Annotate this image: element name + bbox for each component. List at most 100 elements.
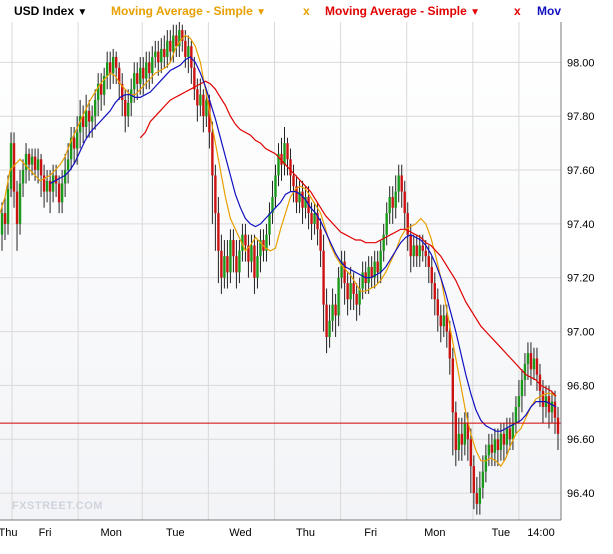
x-tick-label: Fri <box>364 527 377 539</box>
y-tick-label: 96.40 <box>567 488 595 500</box>
candle-body <box>361 272 364 289</box>
candle-body <box>409 234 412 257</box>
candle-body <box>151 56 154 74</box>
candle-body <box>388 196 391 214</box>
legend-ma2[interactable]: Moving Average - Simple ▼ <box>325 0 480 22</box>
candle-body <box>274 175 277 197</box>
candle-body <box>355 293 358 305</box>
candle-body <box>184 40 187 57</box>
legend-ma1-label: Moving Average - Simple <box>111 4 253 18</box>
candle-body <box>322 250 325 305</box>
candle-body <box>346 283 349 300</box>
candle-body <box>289 159 292 176</box>
y-tick-label: 96.60 <box>567 434 595 446</box>
candle-body <box>33 156 37 171</box>
candle-body <box>87 110 91 122</box>
y-tick-label: 96.80 <box>567 380 595 392</box>
candle-body <box>490 444 494 453</box>
candle-body <box>232 240 235 257</box>
candle-body <box>127 102 130 117</box>
candle-body <box>253 245 256 278</box>
candle-body <box>508 428 512 440</box>
legend-symbol[interactable]: USD Index ▼ <box>14 0 87 22</box>
price-chart[interactable]: 98.00 97.80 97.60 97.40 97.20 97.00 96.80 96.60… <box>0 0 613 549</box>
candle-body <box>211 132 214 176</box>
candle-body <box>550 401 554 413</box>
candle-body <box>214 175 217 214</box>
candle-body <box>400 175 403 192</box>
candle-body <box>136 73 139 84</box>
candle-body <box>331 304 334 321</box>
candle-body <box>244 234 247 246</box>
candle-body <box>505 428 509 445</box>
watermark-text: FXSTREET.COM <box>12 500 103 512</box>
candle-body <box>313 213 316 224</box>
candle-body <box>145 62 148 79</box>
candle-body <box>478 487 482 504</box>
candle-body <box>72 137 76 149</box>
candle-body <box>496 439 500 451</box>
candle-body <box>514 406 518 424</box>
candle-body <box>60 183 64 203</box>
x-tick-label: Fri <box>39 527 52 539</box>
candle-body <box>403 191 406 214</box>
chart-root: 98.00 97.80 97.60 97.40 97.20 97.00 96.80 96.60… <box>0 0 613 549</box>
candle-body <box>21 170 25 184</box>
candle-body <box>394 191 397 208</box>
candle-body <box>169 40 172 52</box>
candle-body <box>0 213 4 235</box>
candle-body <box>124 100 127 117</box>
candle-body <box>93 100 97 117</box>
candle-body <box>154 51 157 57</box>
dropdown-arrow-icon[interactable]: ▼ <box>256 7 266 18</box>
candle-body <box>202 94 205 117</box>
legend-bar: USD Index ▼ Moving Average - Simple ▼ x … <box>0 0 613 22</box>
candle-body <box>418 245 421 257</box>
x-tick-label: Thu <box>0 527 17 539</box>
candle-body <box>391 196 394 208</box>
candle-body <box>6 188 10 224</box>
candle-body <box>436 299 439 316</box>
legend-ma1[interactable]: Moving Average - Simple ▼ <box>111 0 266 22</box>
x-tick-label: Tue <box>166 527 185 539</box>
candle-body <box>84 110 88 127</box>
candle-body <box>217 213 220 251</box>
dropdown-arrow-icon[interactable]: ▼ <box>77 7 87 18</box>
candle-body <box>157 51 160 63</box>
candle-body <box>199 94 202 106</box>
x-tick-label: Mon <box>424 527 445 539</box>
candle-body <box>397 175 400 192</box>
candle-body <box>475 493 479 504</box>
candle-body <box>382 234 385 251</box>
legend-ma3[interactable]: Mov <box>537 0 561 22</box>
candle-body <box>108 62 112 74</box>
candle-body <box>412 245 415 257</box>
candle-body <box>448 331 452 359</box>
candle-body <box>421 245 424 251</box>
candle-body <box>18 183 22 224</box>
candle-body <box>553 401 557 418</box>
candle-body <box>133 73 136 90</box>
candle-body <box>526 353 530 364</box>
candle-body <box>148 62 151 74</box>
candle-body <box>172 35 175 52</box>
candle-body <box>63 170 67 184</box>
candle-body <box>529 353 533 370</box>
candle-body <box>472 466 476 494</box>
candle-body <box>15 191 19 224</box>
close-icon[interactable]: x <box>303 0 310 22</box>
candle-body <box>163 48 166 57</box>
candle-body <box>502 433 506 445</box>
candle-body <box>487 444 491 456</box>
candle-body <box>115 56 118 68</box>
candle-body <box>235 256 238 273</box>
candle-body <box>445 315 448 332</box>
candle-body <box>223 256 226 278</box>
candle-body <box>226 256 229 273</box>
candle-body <box>469 439 473 467</box>
dropdown-arrow-icon[interactable]: ▼ <box>470 7 480 18</box>
y-tick-label: 98.00 <box>567 57 595 69</box>
x-tick-label: 14:00 <box>527 527 555 539</box>
close-icon[interactable]: x <box>514 0 521 22</box>
legend-ma2-label: Moving Average - Simple <box>325 4 467 18</box>
